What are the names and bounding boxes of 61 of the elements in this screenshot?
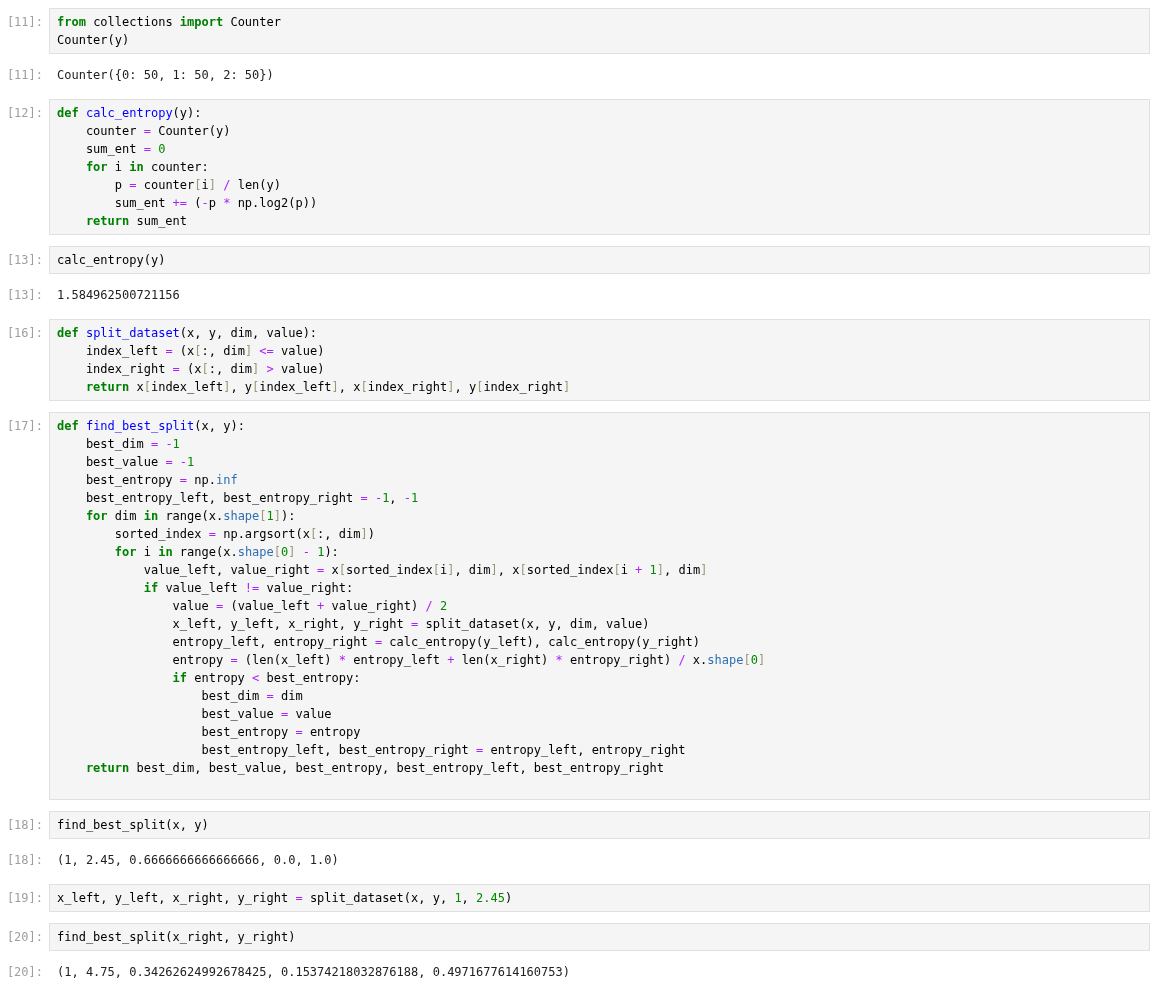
code-line: find_best_split(x_right, y_right)	[57, 929, 296, 946]
code-line: best_entropy = entropy	[200, 724, 361, 741]
code-line: return x[index_left], y[index_left], x[index_right], y[index_right]	[84, 379, 571, 396]
code-input-cell[interactable]: from collections import Counter Counter(y)	[49, 8, 1150, 54]
input-prompt: [13]:	[6, 253, 43, 267]
code-line: if entropy < best_entropy:	[171, 670, 361, 687]
cell-output: (1, 2.45, 0.6666666666666666, 0.0, 1.0)	[57, 852, 339, 869]
input-prompt: [20]:	[6, 930, 43, 944]
code-line: best_dim = -1	[84, 436, 180, 453]
code-line: find_best_split(x, y)	[57, 817, 209, 834]
code-line: best_dim = dim	[200, 688, 303, 705]
input-prompt: [16]:	[6, 326, 43, 340]
cell-output: Counter({0: 50, 1: 50, 2: 50})	[57, 67, 274, 84]
input-prompt: [17]:	[6, 419, 43, 433]
code-line: p = counter[i] / len(y)	[113, 177, 281, 194]
code-input-cell[interactable]: find_best_split(x, y)	[49, 811, 1150, 839]
code-line: Counter(y)	[57, 32, 130, 49]
code-line: for i in counter:	[84, 159, 209, 176]
output-prompt: [18]:	[6, 853, 43, 867]
cell-output: (1, 4.75, 0.34262624992678425, 0.15374218032876188, 0.4971677614160753)	[57, 964, 570, 981]
code-line: sum_ent = 0	[84, 141, 166, 158]
output-prompt: [11]:	[6, 68, 43, 82]
code-line: value_left, value_right = x[sorted_index[i], dim], x[sorted_index[i + 1], dim]	[142, 562, 708, 579]
code-line: counter = Counter(y)	[84, 123, 231, 140]
code-input-cell[interactable]: find_best_split(x_right, y_right)	[49, 923, 1150, 951]
code-line: def calc_entropy(y):	[57, 105, 202, 122]
code-line: entropy_left, entropy_right = calc_entropy(y_left), calc_entropy(y_right)	[171, 634, 700, 651]
code-input-cell[interactable]: def calc_entropy(y): counter = Counter(y) sum_ent = 0 for i in counter: p = counter[i] / len(y) sum_ent += (-p * np.log2(p)) return sum_ent	[49, 99, 1150, 235]
code-line: x_left, y_left, x_right, y_right = split_dataset(x, y, 1, 2.45)	[57, 890, 513, 907]
code-line: for i in range(x.shape[0] - 1):	[113, 544, 339, 561]
code-input-cell[interactable]: x_left, y_left, x_right, y_right = split_dataset(x, y, 1, 2.45)	[49, 884, 1150, 912]
input-prompt: [11]:	[6, 15, 43, 29]
code-line: def find_best_split(x, y):	[57, 418, 245, 435]
code-line: return sum_ent	[84, 213, 188, 230]
code-line: best_entropy_left, best_entropy_right = entropy_left, entropy_right	[200, 742, 686, 759]
output-prompt: [13]:	[6, 288, 43, 302]
code-line: if value_left != value_right:	[142, 580, 354, 597]
input-prompt: [12]:	[6, 106, 43, 120]
code-input-cell[interactable]: def split_dataset(x, y, dim, value): index_left = (x[:, dim] <= value) index_right = (x[:, dim] > value) return x[index_left], y[index_left], x[index_right], y[index_right]	[49, 319, 1150, 401]
code-line: from collections import Counter	[57, 14, 281, 31]
code-line: sum_ent += (-p * np.log2(p))	[113, 195, 318, 212]
code-line: value = (value_left + value_right) / 2	[171, 598, 448, 615]
code-input-cell[interactable]	[49, 412, 1150, 800]
output-prompt: [20]:	[6, 965, 43, 979]
input-prompt: [19]:	[6, 891, 43, 905]
code-input-cell[interactable]: calc_entropy(y)	[49, 246, 1150, 274]
code-line: best_value = value	[200, 706, 332, 723]
input-prompt: [18]:	[6, 818, 43, 832]
code-line: entropy = (len(x_left) * entropy_left + len(x_right) * entropy_right) / x.shape[0]	[171, 652, 766, 669]
code-line: best_entropy = np.inf	[84, 472, 238, 489]
code-line: x_left, y_left, x_right, y_right = split_dataset(x, y, dim, value)	[171, 616, 650, 633]
code-line: index_right = (x[:, dim] > value)	[84, 361, 325, 378]
cell-output: 1.584962500721156	[57, 287, 180, 304]
code-line: for dim in range(x.shape[1]):	[84, 508, 296, 525]
code-line: best_value = -1	[84, 454, 195, 471]
code-line: best_entropy_left, best_entropy_right = -1, -1	[84, 490, 419, 507]
code-line: index_left = (x[:, dim] <= value)	[84, 343, 325, 360]
code-line: return best_dim, best_value, best_entropy, best_entropy_left, best_entropy_right	[84, 760, 664, 777]
code-line: sorted_index = np.argsort(x[:, dim])	[113, 526, 375, 543]
code-line: calc_entropy(y)	[57, 252, 166, 269]
code-line: def split_dataset(x, y, dim, value):	[57, 325, 318, 342]
